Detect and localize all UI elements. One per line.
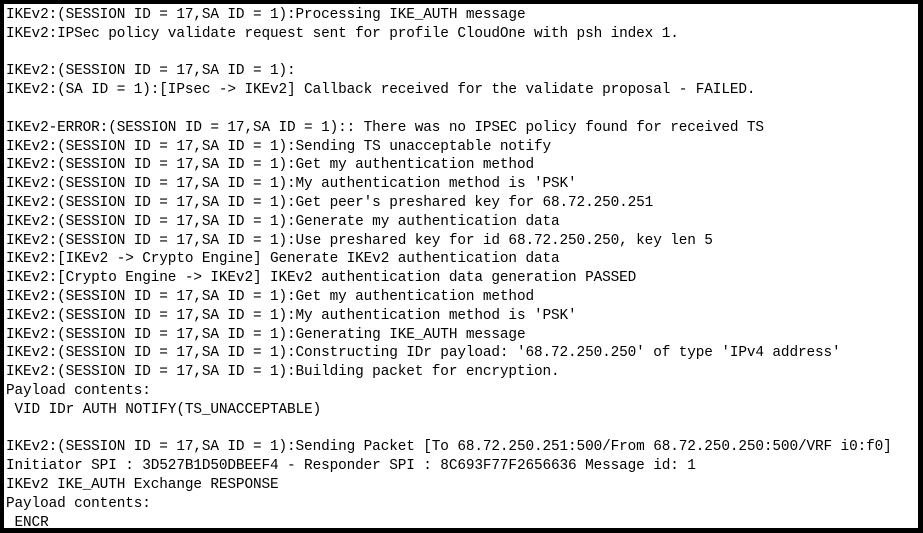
log-line: IKEv2:(SESSION ID = 17,SA ID = 1):Get my… [6,288,534,305]
log-line: IKEv2 IKE_AUTH Exchange RESPONSE [6,476,279,493]
log-line: VID IDr AUTH NOTIFY(TS_UNACCEPTABLE) [6,401,322,418]
log-line: Initiator SPI : 3D527B1D50DBEEF4 - Respo… [6,458,696,475]
log-line: IKEv2:(SESSION ID = 17,SA ID = 1):Proces… [6,7,526,23]
log-line: IKEv2-ERROR:(SESSION ID = 17,SA ID = 1):… [6,119,764,136]
log-line: IKEv2:(SESSION ID = 17,SA ID = 1):Get pe… [6,194,654,211]
log-line: IKEv2:(SESSION ID = 17,SA ID = 1):Buildi… [6,364,560,381]
log-line: ENCR [6,514,49,531]
log-line: IKEv2:(SESSION ID = 17,SA ID = 1):Get my… [6,157,534,174]
log-line-blank [6,44,918,63]
log-line-blank [6,100,918,119]
log-line: IKEv2:[Crypto Engine -> IKEv2] IKEv2 aut… [6,270,637,287]
debug-log-console[interactable]: IKEv2:(SESSION ID = 17,SA ID = 1):Proces… [0,0,923,533]
log-line: IKEv2:(SESSION ID = 17,SA ID = 1):Sendin… [6,439,892,456]
log-line: IKEv2:(SESSION ID = 17,SA ID = 1):My aut… [6,176,577,193]
log-line: IKEv2:(SESSION ID = 17,SA ID = 1): [6,63,296,80]
log-line: IKEv2:(SESSION ID = 17,SA ID = 1):My aut… [6,307,577,324]
log-line: IKEv2:(SESSION ID = 17,SA ID = 1):Sendin… [6,138,552,155]
log-line: IKEv2:[IKEv2 -> Crypto Engine] Generate … [6,251,560,268]
log-line: IKEv2:(SESSION ID = 17,SA ID = 1):Constr… [6,345,841,362]
log-line: IKEv2:(SA ID = 1):[IPsec -> IKEv2] Callb… [6,82,756,99]
log-line-list: IKEv2:(SESSION ID = 17,SA ID = 1):Proces… [6,6,918,531]
log-line: IKEv2:(SESSION ID = 17,SA ID = 1):Genera… [6,213,560,230]
log-line: IKEv2:IPSec policy validate request sent… [6,25,679,42]
log-line: Payload contents: [6,495,151,512]
log-line-blank [6,420,918,439]
log-line: IKEv2:(SESSION ID = 17,SA ID = 1):Genera… [6,326,526,343]
log-line: IKEv2:(SESSION ID = 17,SA ID = 1):Use pr… [6,232,713,249]
log-line: Payload contents: [6,382,151,399]
